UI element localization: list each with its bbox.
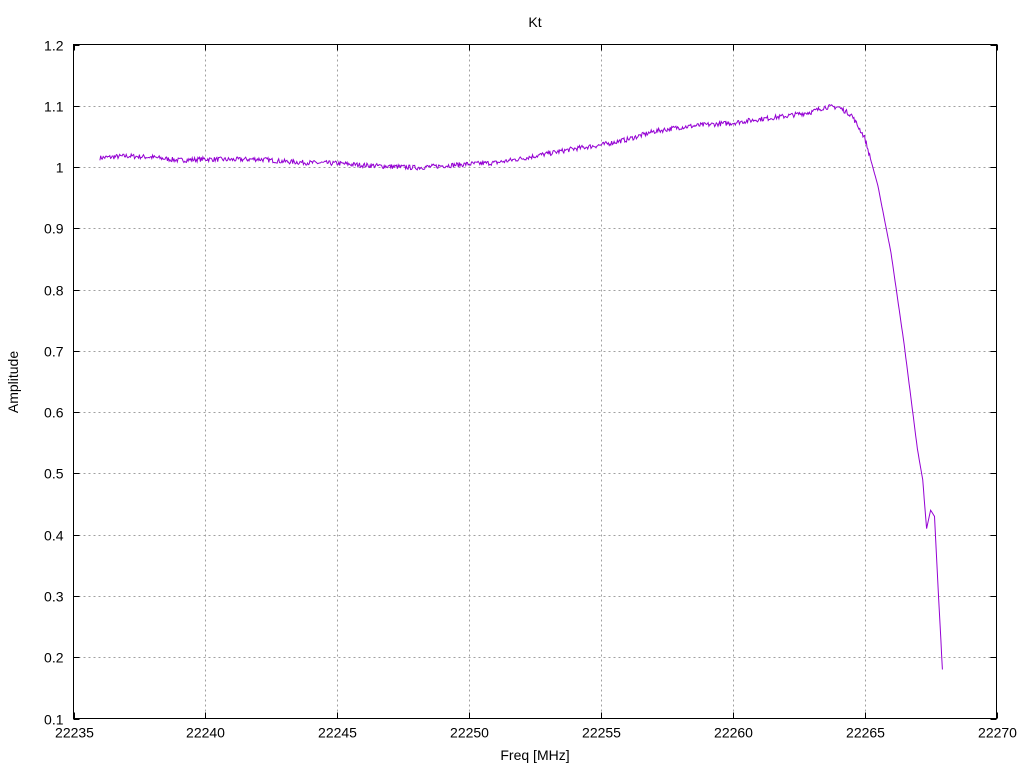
y-tick-label: 0.9 [44,221,64,237]
x-tick-label: 22240 [186,725,225,741]
y-tick-label: 0.6 [44,405,64,421]
chart-title: Kt [528,14,541,30]
chart: 22235 22240 22245 22250 22255 22260 22265 22270… [5,14,1017,763]
y-tick-labels: 0.1 0.2 0.3 0.4 0.5 0.6 0.7 0.8 0.9 1 1.1 1.2 [44,38,64,728]
y-tick-label: 1.1 [44,99,64,115]
y-tick-label: 0.5 [44,466,64,482]
plot-frame [73,44,997,719]
x-tick-label: 22250 [450,725,489,741]
y-tick-label: 0.7 [44,344,64,360]
series-line [99,104,943,670]
y-tick-label: 0.4 [44,528,64,544]
y-axis-label: Amplitude [5,351,21,413]
tick-marks [73,44,998,720]
y-tick-label: 1 [56,160,64,176]
x-tick-label: 22260 [714,725,753,741]
y-tick-label: 0.1 [44,712,64,728]
grid [73,44,997,719]
y-tick-label: 0.8 [44,283,64,299]
y-tick-label: 1.2 [44,38,64,54]
y-tick-label: 0.3 [44,589,64,605]
y-tick-label: 0.2 [44,650,64,666]
x-tick-label: 22245 [318,725,357,741]
x-tick-label: 22270 [978,725,1017,741]
x-tick-label: 22265 [846,725,885,741]
x-tick-labels: 22235 22240 22245 22250 22255 22260 22265 22270 [55,725,1017,741]
x-tick-label: 22255 [582,725,621,741]
x-axis-label: Freq [MHz] [500,747,569,763]
